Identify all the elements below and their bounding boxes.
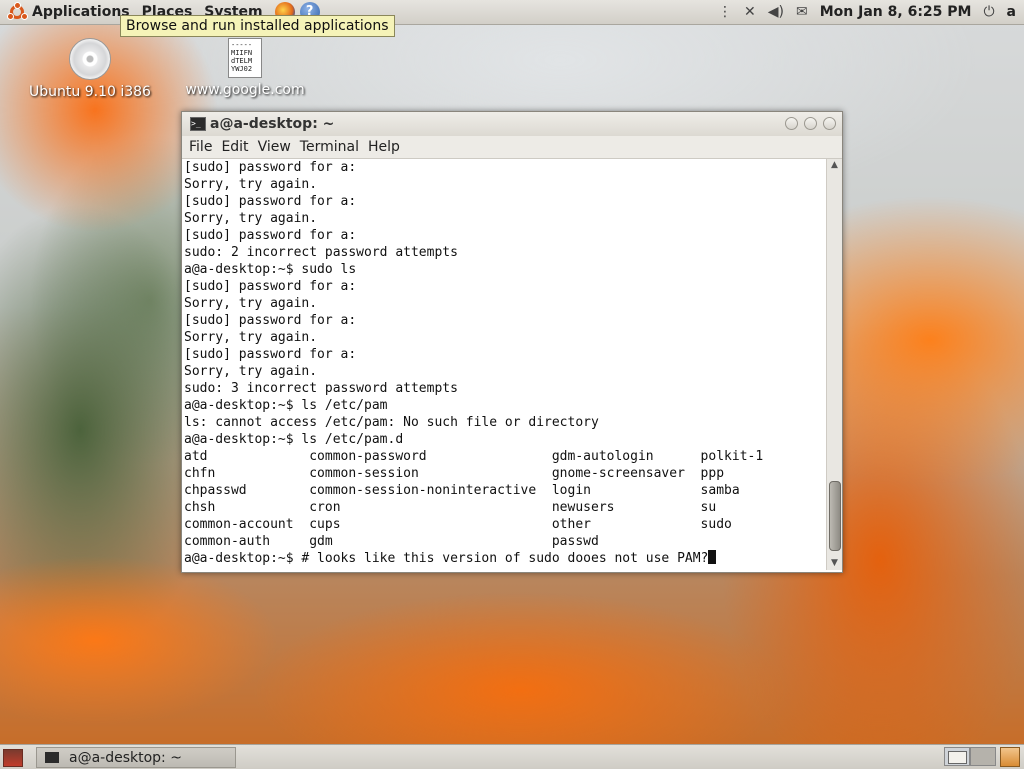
ubuntu-logo-icon[interactable] bbox=[7, 2, 28, 21]
terminal-line: [sudo] password for a: bbox=[184, 279, 357, 294]
terminal-line: sudo: 3 incorrect password attempts bbox=[184, 381, 458, 396]
terminal-line: Sorry, try again. bbox=[184, 177, 318, 192]
terminal-line: Sorry, try again. bbox=[184, 211, 318, 226]
menu-help[interactable]: Help bbox=[368, 139, 400, 155]
desktop-icon-label: www.google.com bbox=[185, 82, 305, 98]
terminal-window: >_ a@a-desktop: ~ File Edit View Termina… bbox=[181, 111, 843, 573]
terminal-line: a@a-desktop:~$ ls /etc/pam bbox=[184, 398, 388, 413]
network-icon[interactable]: ⋮ bbox=[718, 4, 732, 20]
volume-icon[interactable]: ◀) bbox=[768, 4, 784, 20]
applications-menu[interactable]: Applications bbox=[32, 4, 130, 20]
maximize-button[interactable] bbox=[804, 117, 817, 130]
window-title: a@a-desktop: ~ bbox=[210, 116, 335, 132]
cd-icon bbox=[69, 38, 111, 80]
taskbar-label: a@a-desktop: ~ bbox=[69, 749, 182, 766]
user-name[interactable]: a bbox=[1007, 4, 1016, 20]
bottom-panel: a@a-desktop: ~ bbox=[0, 744, 1024, 769]
workspace-1[interactable] bbox=[944, 747, 970, 766]
terminal-line: [sudo] password for a: bbox=[184, 228, 357, 243]
terminal-line: chfn common-session gnome-screensaver pp… bbox=[184, 466, 725, 481]
disconnected-icon[interactable]: ✕ bbox=[744, 4, 756, 20]
terminal-line: [sudo] password for a: bbox=[184, 313, 357, 328]
taskbar-terminal-button[interactable]: a@a-desktop: ~ bbox=[36, 747, 236, 768]
menu-file[interactable]: File bbox=[189, 139, 212, 155]
document-icon: ----- MIIFN dTELM YWJ02 bbox=[228, 38, 262, 78]
workspace-2[interactable] bbox=[970, 747, 996, 766]
terminal-line: atd common-password gdm-autologin polkit… bbox=[184, 449, 764, 464]
prompt-text: a@a-desktop:~$ # looks like this version… bbox=[184, 551, 709, 566]
terminal-line: Sorry, try again. bbox=[184, 296, 318, 311]
system-tray: ⋮ ✕ ◀) ✉ Mon Jan 8, 6:25 PM ⏻ a bbox=[718, 0, 1024, 24]
terminal-line: chpasswd common-session-noninteractive l… bbox=[184, 483, 740, 498]
terminal-line: chsh cron newusers su bbox=[184, 500, 717, 515]
power-icon[interactable]: ⏻ bbox=[983, 4, 994, 20]
terminal-line: a@a-desktop:~$ sudo ls bbox=[184, 262, 357, 277]
terminal-line: common-auth gdm passwd bbox=[184, 534, 599, 549]
scroll-down-icon[interactable]: ▼ bbox=[827, 557, 842, 570]
terminal-line: a@a-desktop:~$ ls /etc/pam.d bbox=[184, 432, 404, 447]
menu-view[interactable]: View bbox=[258, 139, 291, 155]
terminal-line: common-account cups other sudo bbox=[184, 517, 732, 532]
close-button[interactable] bbox=[823, 117, 836, 130]
minimize-button[interactable] bbox=[785, 117, 798, 130]
desktop-icon-label: Ubuntu 9.10 i386 bbox=[29, 84, 151, 100]
terminal-line: Sorry, try again. bbox=[184, 364, 318, 379]
clock[interactable]: Mon Jan 8, 6:25 PM bbox=[820, 4, 972, 20]
desktop-icon-google[interactable]: ----- MIIFN dTELM YWJ02 www.google.com bbox=[182, 38, 308, 98]
terminal-icon bbox=[45, 752, 59, 763]
terminal-line: [sudo] password for a: bbox=[184, 160, 357, 175]
mail-icon[interactable]: ✉ bbox=[796, 4, 808, 20]
scroll-up-icon[interactable]: ▲ bbox=[827, 159, 842, 172]
terminal-line: ls: cannot access /etc/pam: No such file… bbox=[184, 415, 599, 430]
terminal-prompt-line[interactable]: a@a-desktop:~$ # looks like this version… bbox=[182, 550, 826, 567]
trash-icon[interactable] bbox=[1000, 747, 1020, 767]
terminal-line: [sudo] password for a: bbox=[184, 194, 357, 209]
terminal-line: sudo: 2 incorrect password attempts bbox=[184, 245, 458, 260]
terminal-scrollbar[interactable]: ▲ ▼ bbox=[826, 159, 842, 570]
desktop-icon-ubuntu-cd[interactable]: Ubuntu 9.10 i386 bbox=[28, 38, 152, 100]
applications-tooltip: Browse and run installed applications bbox=[120, 15, 395, 37]
terminal-output[interactable]: [sudo] password for a: Sorry, try again. [… bbox=[182, 159, 826, 572]
text-cursor bbox=[708, 550, 717, 564]
menu-terminal[interactable]: Terminal bbox=[300, 139, 359, 155]
terminal-line: Sorry, try again. bbox=[184, 330, 318, 345]
scrollbar-thumb[interactable] bbox=[829, 481, 841, 551]
window-titlebar[interactable]: >_ a@a-desktop: ~ bbox=[182, 112, 842, 136]
terminal-menubar: File Edit View Terminal Help bbox=[182, 136, 842, 159]
menu-edit[interactable]: Edit bbox=[221, 139, 248, 155]
show-desktop-button[interactable] bbox=[3, 749, 23, 767]
terminal-line: [sudo] password for a: bbox=[184, 347, 357, 362]
terminal-icon: >_ bbox=[190, 117, 206, 131]
